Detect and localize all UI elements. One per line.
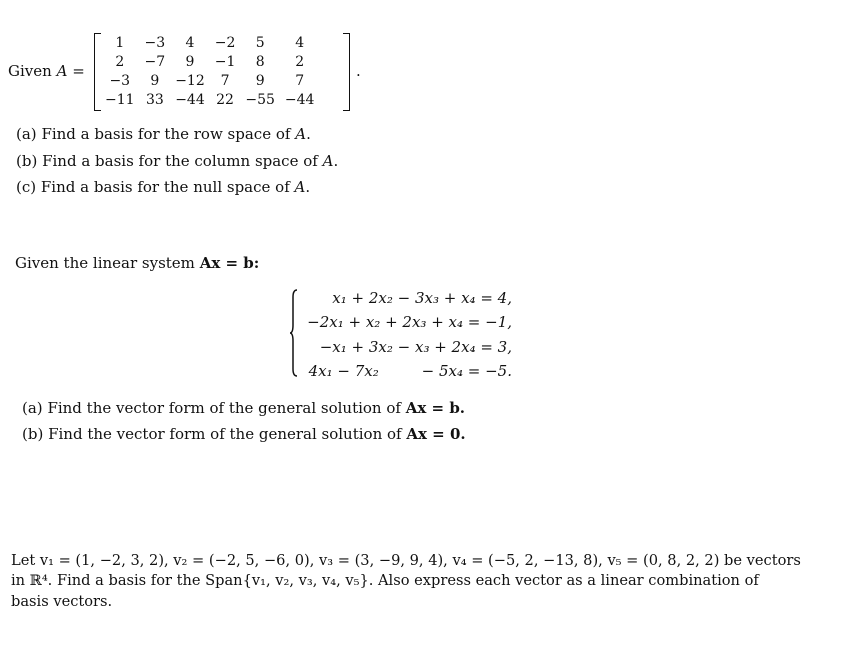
- part-label: (b): [22, 425, 44, 443]
- matrix-cell: 9: [255, 73, 265, 89]
- problem1-part-b: (b) Find a basis for the column space of…: [16, 152, 338, 170]
- matrix-cell: 2: [115, 54, 125, 70]
- part-end: .: [306, 125, 311, 143]
- part-text: Find the vector form of the general solu…: [48, 425, 402, 443]
- part-end: .: [333, 152, 339, 170]
- matrix-cell: 9: [185, 54, 195, 70]
- matrix-row: −11 33 −44 22 −55 −44: [100, 91, 319, 110]
- matrix-row: −3 9 −12 7 9 7: [100, 72, 319, 91]
- left-brace: [290, 289, 298, 377]
- equation-1: x₁ + 2x₂ − 3x₃ + x₄ = 4,: [332, 289, 512, 307]
- matrix-cell: −11: [105, 92, 135, 108]
- equals-sign: =: [72, 62, 85, 80]
- part-label: (b): [16, 152, 38, 170]
- matrix-cell: 4: [295, 35, 305, 51]
- part-text: Find the vector form of the general solu…: [47, 399, 401, 417]
- equation-2: −2x₁ + x₂ + 2x₃ + x₄ = −1,: [307, 313, 512, 331]
- matrix-cell: 9: [150, 73, 160, 89]
- matrix-cell: −12: [175, 73, 205, 89]
- intro-text: Given the linear system: [15, 254, 195, 272]
- right-bracket: [343, 33, 350, 111]
- matrix-cell: 1: [115, 35, 125, 51]
- given-text: Given: [8, 62, 52, 80]
- matrix-cell: −3: [144, 35, 166, 51]
- matrix-cell: 7: [295, 73, 305, 89]
- matrix-cell: 7: [220, 73, 230, 89]
- matrix-cell: −44: [284, 92, 315, 108]
- matrix-cell: 33: [145, 92, 164, 108]
- matrix-period: .: [356, 62, 361, 80]
- equation-4: 4x₁ − 7x₂ − 5x₄ = −5.: [308, 362, 512, 380]
- matrix-cell: −1: [214, 54, 236, 70]
- problem1-part-c: (c) Find a basis for the null space of A…: [16, 178, 310, 196]
- problem1-part-a: (a) Find a basis for the row space of A.: [16, 125, 311, 143]
- matrix-cell: 8: [255, 54, 265, 70]
- part-math: Ax = 0.: [406, 425, 466, 443]
- part-text: Find a basis for the null space of: [40, 178, 290, 196]
- part-text: Find a basis for the row space of: [41, 125, 291, 143]
- part-var: A: [295, 125, 307, 143]
- problem3-line2: in ℝ⁴. Find a basis for the Span{v₁, v₂,…: [11, 572, 759, 589]
- matrix-row: 2 −7 9 −1 8 2: [100, 53, 319, 72]
- matrix-table: 1 −3 4 −2 5 4 2 −7 9 −1 8 2 −3 9 −12 7 9 7 −11 33 −44 22 −55 −4…: [100, 34, 319, 110]
- matrix-cell: 22: [216, 92, 234, 108]
- intro-math: Ax = b:: [199, 254, 260, 272]
- matrix-cell: −55: [245, 92, 275, 108]
- problem2-part-a: (a) Find the vector form of the general …: [22, 399, 465, 417]
- matrix-cell: 2: [295, 54, 305, 70]
- matrix-cell: 4: [185, 35, 195, 51]
- part-end: .: [305, 178, 311, 196]
- matrix-given-label: Given A =: [8, 62, 85, 80]
- problem2-intro: Given the linear system Ax = b:: [15, 254, 259, 272]
- equation-3: −x₁ + 3x₂ − x₃ + 2x₄ = 3,: [319, 338, 512, 356]
- matrix-name: A: [56, 62, 68, 80]
- part-label: (a): [16, 125, 37, 143]
- problem3-line1: Let v₁ = (1, −2, 3, 2), v₂ = (−2, 5, −6,…: [11, 552, 801, 569]
- part-var: A: [322, 152, 334, 170]
- matrix-cell: −44: [175, 92, 205, 108]
- matrix-cell: −2: [214, 35, 236, 51]
- part-text: Find a basis for the column space of: [42, 152, 318, 170]
- part-var: A: [294, 178, 306, 196]
- problem3-line3: basis vectors.: [11, 593, 113, 610]
- matrix-cell: −7: [144, 54, 166, 70]
- matrix-row: 1 −3 4 −2 5 4: [100, 34, 319, 53]
- matrix-cell: 5: [255, 35, 265, 51]
- matrix-a: 1 −3 4 −2 5 4 2 −7 9 −1 8 2 −3 9 −12 7 9 7 −11 33 −44 22 −55 −4…: [94, 33, 350, 111]
- problem2-part-b: (b) Find the vector form of the general …: [22, 425, 466, 443]
- part-label: (a): [22, 399, 43, 417]
- matrix-cell: −3: [109, 73, 131, 89]
- part-math: Ax = b.: [405, 399, 466, 417]
- part-label: (c): [16, 178, 37, 196]
